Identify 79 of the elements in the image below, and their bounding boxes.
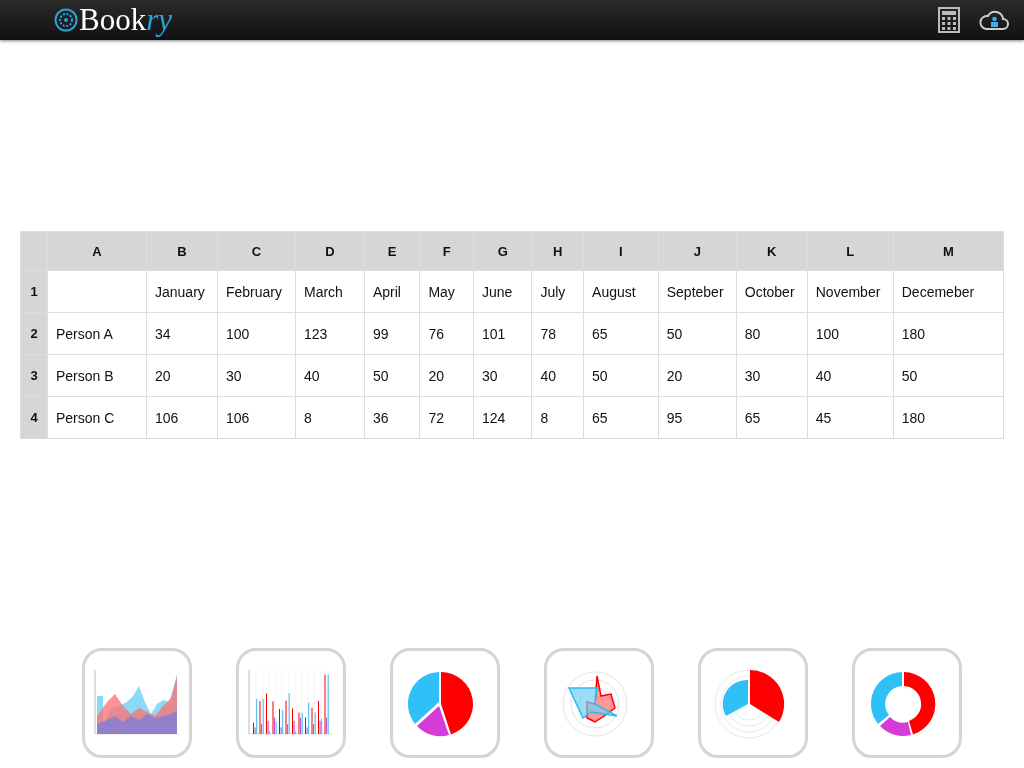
- table-cell[interactable]: 65: [583, 396, 659, 439]
- corner-cell: [20, 231, 48, 271]
- table-cell[interactable]: 78: [531, 312, 584, 355]
- table-cell[interactable]: June: [473, 270, 532, 313]
- column-header[interactable]: K: [736, 231, 808, 271]
- area-chart-button[interactable]: [82, 648, 192, 758]
- table-cell[interactable]: 45: [807, 396, 894, 439]
- pie-chart-button[interactable]: [390, 648, 500, 758]
- table-cell[interactable]: 99: [364, 312, 420, 355]
- table-cell[interactable]: October: [736, 270, 808, 313]
- table-cell[interactable]: 8: [531, 396, 584, 439]
- bar-chart-button[interactable]: [236, 648, 346, 758]
- table-cell[interactable]: 101: [473, 312, 532, 355]
- table-cell[interactable]: 30: [473, 354, 532, 397]
- table-cell[interactable]: 95: [658, 396, 737, 439]
- table-cell[interactable]: 100: [807, 312, 894, 355]
- table-cell[interactable]: March: [295, 270, 365, 313]
- table-cell[interactable]: Decemeber: [893, 270, 1004, 313]
- table-cell[interactable]: 50: [893, 354, 1004, 397]
- column-header[interactable]: A: [47, 231, 147, 271]
- table-cell[interactable]: 106: [217, 396, 296, 439]
- table-cell[interactable]: 20: [658, 354, 737, 397]
- table-cell[interactable]: January: [146, 270, 218, 313]
- column-header[interactable]: J: [658, 231, 737, 271]
- table-cell[interactable]: 50: [364, 354, 420, 397]
- table-cell[interactable]: 100: [217, 312, 296, 355]
- table-cell[interactable]: 30: [736, 354, 808, 397]
- row-header[interactable]: 3: [20, 354, 48, 397]
- table-cell[interactable]: July: [531, 270, 584, 313]
- table-cell[interactable]: 50: [658, 312, 737, 355]
- table-cell[interactable]: 180: [893, 312, 1004, 355]
- column-header[interactable]: I: [583, 231, 659, 271]
- table-cell[interactable]: 124: [473, 396, 532, 439]
- column-header[interactable]: L: [807, 231, 894, 271]
- table-cell[interactable]: 106: [146, 396, 218, 439]
- table-cell[interactable]: 80: [736, 312, 808, 355]
- table-cell[interactable]: 123: [295, 312, 365, 355]
- table-cell[interactable]: 40: [295, 354, 365, 397]
- column-header[interactable]: F: [419, 231, 474, 271]
- radar-chart-button[interactable]: [544, 648, 654, 758]
- column-header[interactable]: E: [364, 231, 420, 271]
- doughnut-chart-button[interactable]: [852, 648, 962, 758]
- row-header[interactable]: 2: [20, 312, 48, 355]
- table-cell[interactable]: 30: [217, 354, 296, 397]
- column-header[interactable]: M: [893, 231, 1004, 271]
- table-cell[interactable]: 40: [531, 354, 584, 397]
- table-cell[interactable]: 76: [419, 312, 474, 355]
- table-cell[interactable]: February: [217, 270, 296, 313]
- table-cell[interactable]: Person B: [47, 354, 147, 397]
- table-cell[interactable]: 50: [583, 354, 659, 397]
- table-cell[interactable]: 180: [893, 396, 1004, 439]
- table-cell[interactable]: Person C: [47, 396, 147, 439]
- table-cell[interactable]: 72: [419, 396, 474, 439]
- column-header[interactable]: G: [473, 231, 532, 271]
- table-cell[interactable]: [47, 270, 147, 313]
- row-header[interactable]: 4: [20, 396, 48, 439]
- table-cell[interactable]: 36: [364, 396, 420, 439]
- table-cell[interactable]: 65: [736, 396, 808, 439]
- table-cell[interactable]: Septeber: [658, 270, 737, 313]
- column-header[interactable]: C: [217, 231, 296, 271]
- table-cell[interactable]: 8: [295, 396, 365, 439]
- column-header[interactable]: B: [146, 231, 218, 271]
- table-cell[interactable]: 34: [146, 312, 218, 355]
- app-logo: Bookry: [79, 2, 172, 38]
- row-header[interactable]: 1: [20, 270, 48, 313]
- table-cell[interactable]: November: [807, 270, 894, 313]
- column-header[interactable]: H: [531, 231, 584, 271]
- table-cell[interactable]: 65: [583, 312, 659, 355]
- table-cell[interactable]: May: [419, 270, 474, 313]
- column-header[interactable]: D: [295, 231, 365, 271]
- calculator-icon[interactable]: [936, 5, 962, 35]
- table-cell[interactable]: 40: [807, 354, 894, 397]
- table-cell[interactable]: 20: [419, 354, 474, 397]
- table-cell[interactable]: April: [364, 270, 420, 313]
- table-cell[interactable]: 20: [146, 354, 218, 397]
- table-cell[interactable]: August: [583, 270, 659, 313]
- polar-area-chart-button[interactable]: [698, 648, 808, 758]
- gear-icon: [54, 8, 78, 32]
- table-cell[interactable]: Person A: [47, 312, 147, 355]
